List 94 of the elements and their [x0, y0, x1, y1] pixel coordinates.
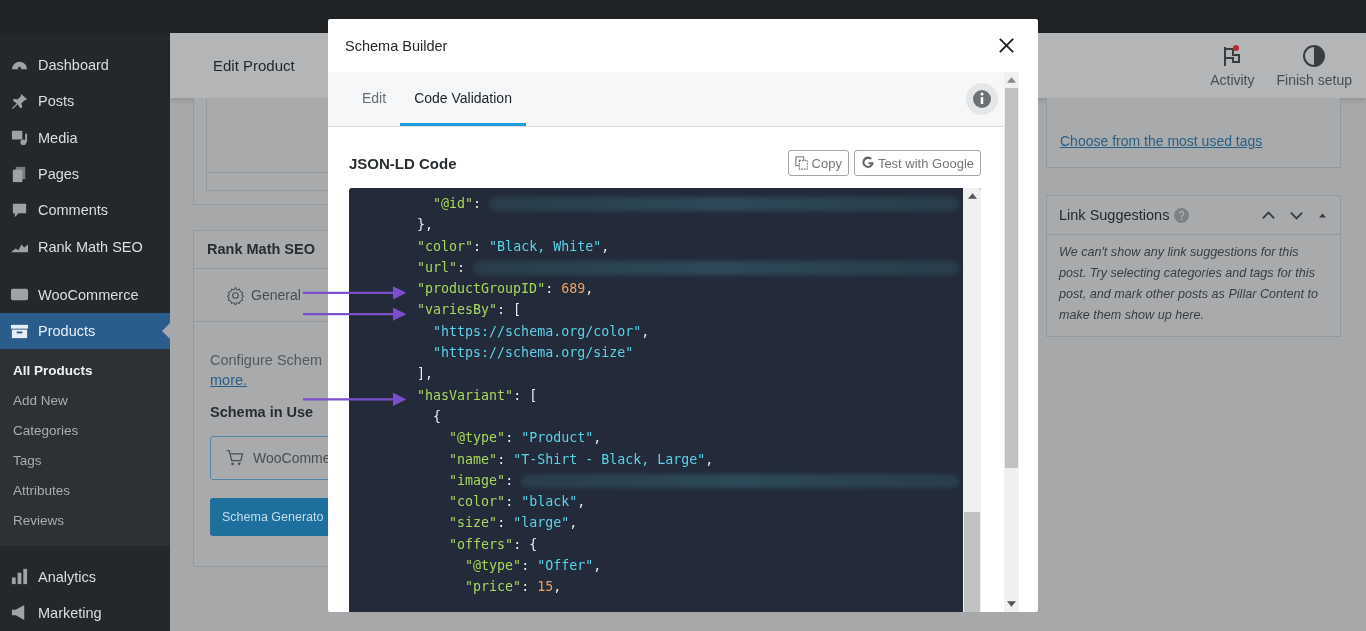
code-token: : — [505, 429, 515, 448]
code-token: , — [585, 280, 594, 299]
code-token: "black" — [521, 493, 578, 512]
pin-icon — [10, 91, 29, 111]
code-token: : — [505, 471, 515, 490]
page-title: Edit Product — [213, 57, 295, 74]
code-token: : { — [513, 535, 538, 554]
copy-icon — [794, 156, 809, 170]
code-token: : [ — [513, 386, 538, 405]
submenu-item[interactable]: Attributes — [0, 476, 170, 507]
code-token: "Offer" — [537, 557, 594, 576]
bar-chart-icon — [10, 567, 29, 586]
code-token: "productGroupID" — [417, 280, 546, 299]
scroll-up-icon[interactable] — [1007, 77, 1016, 83]
code-token: "name" — [449, 450, 498, 469]
media-icon — [10, 128, 29, 148]
code-token: : — [473, 195, 483, 213]
code-token: , — [593, 557, 602, 576]
code-token: : — [497, 514, 507, 533]
code-token: "color" — [417, 237, 474, 256]
code-token: "image" — [449, 471, 506, 490]
code-token: , — [553, 578, 562, 597]
scrollbar-thumb[interactable] — [964, 512, 980, 612]
code-token: { — [433, 407, 442, 426]
sidebar-item[interactable]: Rank Math SEO — [0, 228, 170, 265]
tab[interactable]: Code Validation — [400, 72, 526, 126]
code-token: , — [593, 429, 602, 448]
sidebar-item[interactable]: Products — [0, 313, 170, 350]
code-token: "price" — [465, 578, 522, 597]
code-token: "color" — [449, 493, 506, 512]
code-token: ], — [417, 365, 434, 384]
sidebar-item[interactable]: Analytics — [0, 558, 170, 595]
sidebar-item[interactable]: Dashboard — [0, 47, 170, 84]
code-token: 15 — [537, 578, 554, 597]
submenu-item[interactable]: Tags — [0, 446, 170, 477]
tab[interactable]: Edit — [348, 72, 401, 126]
code-token: : — [473, 237, 483, 256]
scrollbar[interactable] — [1004, 72, 1019, 612]
gear-icon — [226, 285, 245, 305]
panel-title: Link Suggestions — [1059, 207, 1170, 223]
code-token: , — [641, 322, 650, 341]
code-token: "T-Shirt - Black, Large" — [513, 450, 706, 469]
general-tab[interactable]: General — [226, 285, 301, 305]
sidebar-item[interactable]: Media — [0, 119, 170, 156]
header-action[interactable]: Finish setup — [1276, 43, 1352, 88]
test-button[interactable]: Test with Google — [853, 150, 981, 176]
code-token: : — [521, 578, 531, 597]
description-text: Configure Schem — [210, 352, 323, 368]
code-token: : — [521, 557, 531, 576]
code-token: "size" — [449, 514, 498, 533]
code-token: , — [601, 237, 610, 256]
code-token: "variesBy" — [417, 301, 498, 320]
info-icon[interactable] — [966, 83, 998, 115]
code-token: , — [577, 493, 586, 512]
info-text: We can't show any link suggestions for this post. Try selecting categories and tags for this post, and mark other posts as Pillar Content to make them show up here. — [1057, 244, 1319, 324]
sidebar-item[interactable]: Marketing — [0, 594, 170, 631]
code-token: , — [705, 450, 714, 469]
code-token: : — [545, 280, 555, 299]
submenu-item[interactable]: Categories — [0, 416, 170, 447]
scrollbar-thumb[interactable] — [1005, 88, 1018, 468]
section-heading: Schema in Use — [210, 404, 314, 420]
code-token: "hasVariant" — [417, 386, 514, 405]
code-token: "Product" — [521, 429, 594, 448]
code-token: "https://schema.org/color" — [433, 322, 642, 341]
code-token: "https://schema.org/size" — [433, 344, 634, 363]
section-heading: JSON-LD Code — [349, 154, 457, 172]
sidebar-item[interactable]: WooCommerce — [0, 276, 170, 314]
code-token: : — [505, 493, 515, 512]
modal-title: Schema Builder — [345, 37, 448, 54]
g-letter-icon — [860, 156, 875, 170]
code-token: "offers" — [449, 535, 514, 554]
code-token: : — [497, 450, 507, 469]
code-token: , — [569, 514, 578, 533]
submenu-item[interactable]: All Products — [0, 356, 170, 387]
scroll-up-icon[interactable] — [967, 193, 977, 199]
most-used-tags-link[interactable]: Choose from the most used tags — [1060, 133, 1263, 149]
sidebar-item[interactable]: Posts — [0, 83, 170, 120]
sidebar-item[interactable]: Pages — [0, 155, 170, 193]
code-token: : [ — [497, 301, 522, 320]
copy-button[interactable]: Copy — [787, 150, 849, 176]
code-token: "Black, White" — [489, 237, 602, 256]
code-token: "@type" — [465, 557, 522, 576]
header-action[interactable]: Activity — [1210, 43, 1255, 88]
code-token: "large" — [513, 514, 570, 533]
submenu-item[interactable]: Add New — [0, 386, 170, 417]
code-token: "@id" — [433, 195, 474, 213]
submenu-item[interactable]: Reviews — [0, 506, 170, 537]
code-token: "@type" — [449, 429, 506, 448]
cart-icon — [225, 448, 245, 468]
scroll-down-icon[interactable] — [1007, 601, 1016, 607]
sidebar-item[interactable]: Comments — [0, 192, 170, 229]
code-token: 689 — [561, 280, 586, 299]
close-icon[interactable] — [997, 36, 1016, 55]
scrollbar[interactable] — [963, 188, 981, 612]
